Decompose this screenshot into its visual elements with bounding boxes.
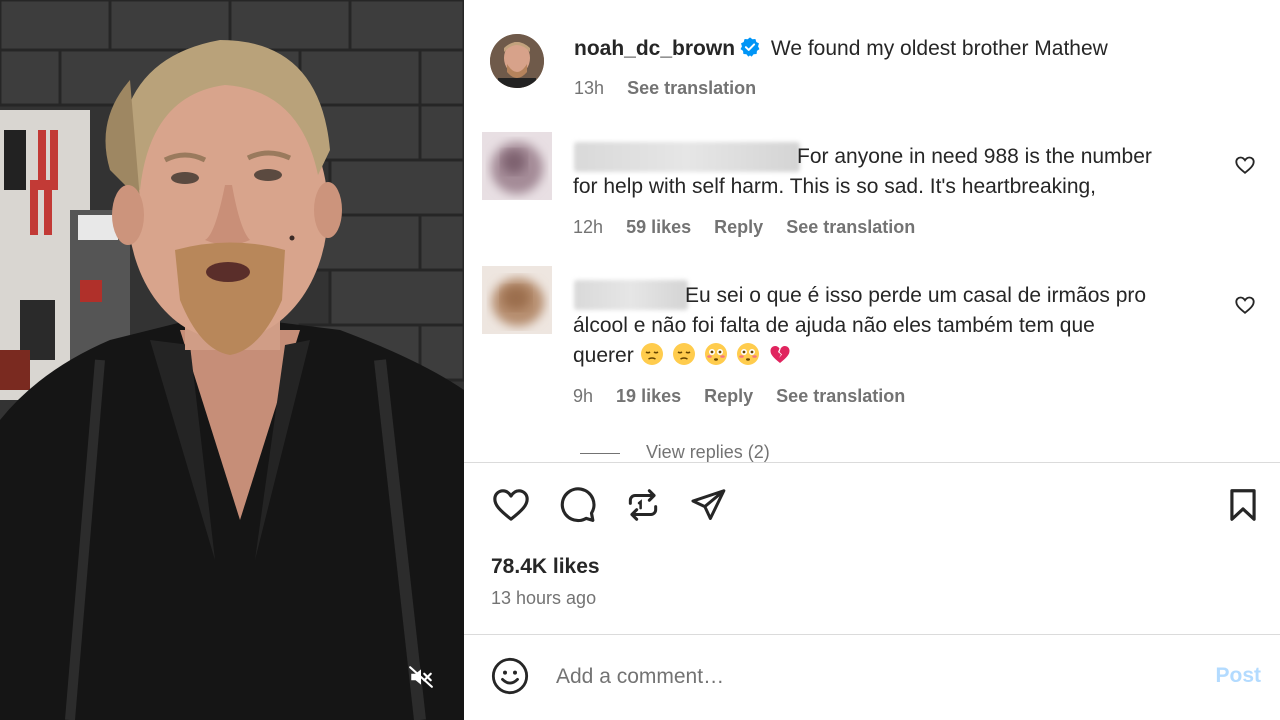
video-player[interactable] bbox=[0, 0, 464, 720]
caption-text: We found my oldest brother Mathew bbox=[770, 37, 1108, 60]
comment-text: Eu sei o que é isso perde um casal de ir… bbox=[573, 284, 1147, 367]
replies-divider-line bbox=[580, 452, 620, 454]
see-translation-link[interactable]: See translation bbox=[776, 386, 905, 406]
flushed-face-icon bbox=[704, 343, 727, 365]
post-panel: noah_dc_brown We found my oldest brother… bbox=[464, 0, 1280, 720]
see-translation-link[interactable]: See translation bbox=[786, 217, 915, 237]
username-link[interactable]: noah_dc_brown bbox=[574, 37, 735, 60]
caption-line: noah_dc_brown We found my oldest brother… bbox=[574, 36, 1108, 61]
save-button[interactable] bbox=[1222, 484, 1264, 526]
repost-icon bbox=[628, 489, 658, 521]
comment-item: For anyone in need 988 is the number for… bbox=[482, 132, 1262, 252]
comment-meta: 12h 59 likes Reply See translation bbox=[573, 217, 933, 238]
mute-toggle-button[interactable] bbox=[404, 660, 438, 694]
verified-badge-icon bbox=[740, 37, 760, 57]
avatar[interactable] bbox=[490, 34, 544, 88]
pensive-face-icon bbox=[640, 343, 663, 365]
like-button[interactable] bbox=[490, 484, 532, 526]
add-comment-bar: Post bbox=[464, 650, 1280, 706]
action-bar bbox=[490, 484, 1260, 528]
smiley-icon bbox=[491, 657, 529, 695]
comment-likes-count[interactable]: 19 likes bbox=[616, 386, 681, 406]
share-button[interactable] bbox=[687, 484, 729, 526]
caption-meta: 13h See translation bbox=[574, 78, 774, 99]
repost-button[interactable] bbox=[622, 484, 664, 526]
flushed-face-icon bbox=[736, 343, 759, 365]
reply-button[interactable]: Reply bbox=[704, 386, 753, 406]
comment-meta: 9h 19 likes Reply See translation bbox=[573, 386, 923, 407]
comment-text: For anyone in need 988 is the number for… bbox=[573, 145, 1152, 198]
comment-timestamp: 12h bbox=[573, 217, 604, 237]
section-divider bbox=[464, 634, 1280, 635]
video-frame bbox=[0, 0, 464, 720]
post-caption: noah_dc_brown We found my oldest brother… bbox=[490, 32, 1260, 112]
comment-bubble-icon bbox=[560, 487, 596, 523]
see-translation-link[interactable]: See translation bbox=[627, 78, 756, 98]
bookmark-icon bbox=[1230, 489, 1256, 521]
paper-plane-icon bbox=[691, 489, 726, 520]
pensive-face-icon bbox=[672, 343, 695, 365]
comment-button[interactable] bbox=[556, 484, 598, 526]
post-comment-button[interactable]: Post bbox=[1215, 664, 1261, 688]
emoji-group bbox=[640, 342, 792, 366]
post-timestamp: 13h bbox=[574, 78, 605, 98]
comment-like-heart-icon[interactable] bbox=[1234, 294, 1256, 316]
reply-button[interactable]: Reply bbox=[714, 217, 763, 237]
speaker-muted-icon bbox=[409, 666, 433, 688]
post-likes-count[interactable]: 78.4K likes bbox=[491, 555, 600, 579]
comment-input[interactable] bbox=[556, 658, 1176, 696]
comment-likes-count[interactable]: 59 likes bbox=[626, 217, 691, 237]
broken-heart-icon bbox=[770, 346, 790, 363]
commenter-avatar[interactable] bbox=[482, 132, 552, 200]
emoji-picker-button[interactable] bbox=[490, 656, 530, 696]
comment-timestamp: 9h bbox=[573, 386, 594, 406]
section-divider bbox=[464, 462, 1280, 463]
heart-icon bbox=[493, 489, 529, 521]
comment-like-heart-icon[interactable] bbox=[1234, 154, 1256, 176]
view-replies-button[interactable]: View replies (2) bbox=[580, 442, 770, 463]
comment-item: Eu sei o que é isso perde um casal de ir… bbox=[482, 266, 1262, 416]
commenter-avatar[interactable] bbox=[482, 266, 552, 334]
post-time-ago: 13 hours ago bbox=[491, 588, 597, 608]
